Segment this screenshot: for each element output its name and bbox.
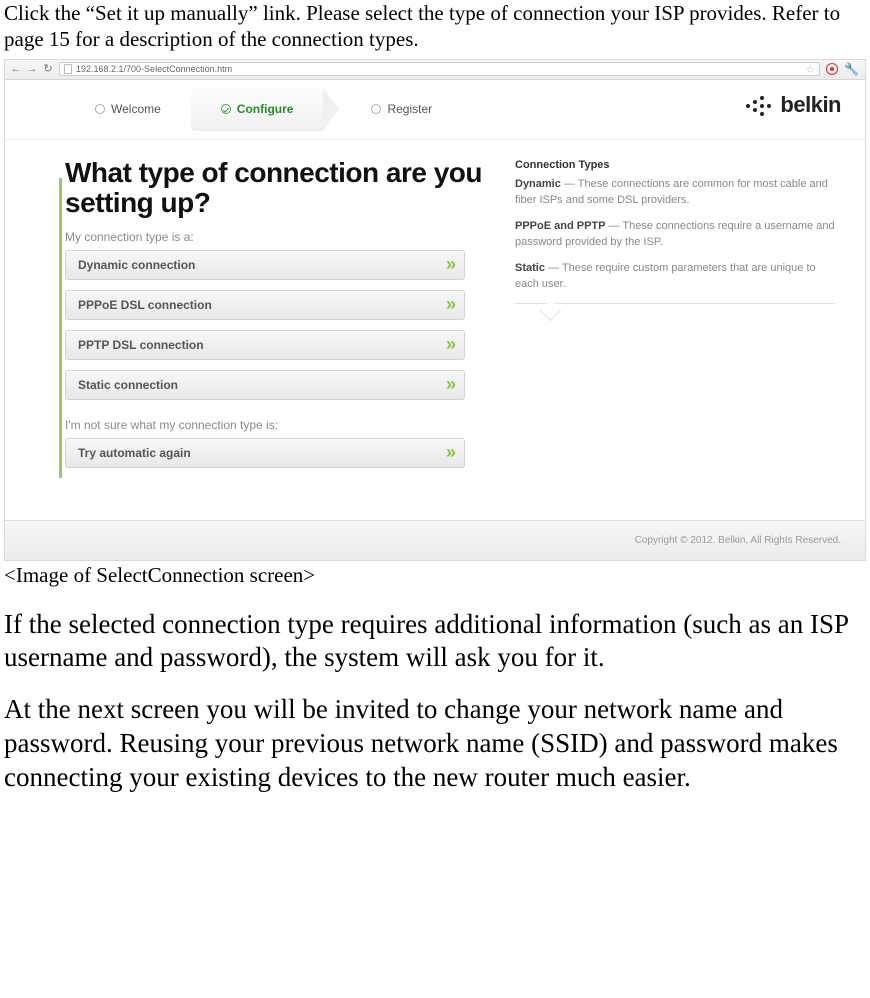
step-indicator-check-icon — [221, 104, 231, 114]
step-register[interactable]: Register — [341, 87, 462, 131]
option-label: Static connection — [78, 378, 178, 392]
option-label: PPPoE DSL connection — [78, 298, 212, 312]
left-accent-bar — [59, 178, 62, 478]
step-indicator-icon — [95, 104, 105, 114]
step-welcome[interactable]: Welcome — [65, 87, 191, 131]
help-dynamic: Dynamic — These connections are common f… — [515, 177, 835, 209]
page-footer: Copyright © 2012. Belkin, All Rights Res… — [5, 520, 865, 560]
option-label: Dynamic connection — [78, 258, 195, 272]
chevron-right-icon — [446, 442, 452, 463]
option-pptp[interactable]: PPTP DSL connection — [65, 330, 465, 360]
reload-icon[interactable]: ↻ — [43, 64, 53, 74]
image-caption: <Image of SelectConnection screen> — [0, 561, 870, 590]
brand-logo: belkin — [744, 92, 841, 118]
sidebar-title: Connection Types — [515, 158, 835, 174]
body-paragraph-1: If the selected connection type requires… — [0, 608, 870, 676]
step-label: Configure — [237, 102, 294, 116]
step-indicator-icon — [371, 104, 381, 114]
connection-label: My connection type is a: — [65, 230, 495, 244]
step-configure[interactable]: Configure — [191, 87, 324, 131]
brand-dots-icon — [744, 94, 772, 116]
step-label: Register — [387, 102, 432, 116]
page-content: What type of connection are you setting … — [5, 140, 865, 520]
option-try-automatic[interactable]: Try automatic again — [65, 438, 465, 468]
option-label: Try automatic again — [78, 446, 191, 460]
sidebar-divider — [515, 303, 835, 317]
url-text: 192.168.2.1/700-SelectConnection.htm — [76, 64, 232, 74]
unsure-label: I'm not sure what my connection type is: — [65, 418, 495, 432]
option-pppoe[interactable]: PPPoE DSL connection — [65, 290, 465, 320]
step-label: Welcome — [111, 102, 161, 116]
settings-wrench-icon[interactable]: 🔧 — [844, 62, 859, 76]
copyright-text: Copyright © 2012. Belkin, All Rights Res… — [635, 535, 841, 546]
address-bar[interactable]: 192.168.2.1/700-SelectConnection.htm ☆ — [59, 62, 820, 76]
body-paragraph-2: At the next screen you will be invited t… — [0, 693, 870, 794]
option-static[interactable]: Static connection — [65, 370, 465, 400]
chevron-right-icon — [446, 374, 452, 395]
option-dynamic[interactable]: Dynamic connection — [65, 250, 465, 280]
forward-icon[interactable]: → — [27, 64, 37, 74]
chevron-right-icon — [446, 334, 452, 355]
chevron-right-icon — [446, 254, 452, 275]
bookmark-star-icon[interactable]: ☆ — [805, 63, 815, 76]
wizard-step-header: Welcome Configure Register belkin — [5, 80, 865, 140]
back-icon[interactable]: ← — [11, 64, 21, 74]
option-label: PPTP DSL connection — [78, 338, 204, 352]
extension-icon[interactable] — [826, 63, 838, 75]
browser-toolbar: ← → ↻ 192.168.2.1/700-SelectConnection.h… — [5, 60, 865, 80]
screenshot-container: ← → ↻ 192.168.2.1/700-SelectConnection.h… — [4, 59, 866, 561]
sidebar-help: Connection Types Dynamic — These connect… — [515, 158, 835, 490]
main-column: What type of connection are you setting … — [65, 158, 495, 490]
intro-paragraph: Click the “Set it up manually” link. Ple… — [0, 0, 870, 57]
page-icon — [64, 64, 72, 74]
help-pppoe: PPPoE and PPTP — These connections requi… — [515, 219, 835, 251]
help-static: Static — These require custom parameters… — [515, 261, 835, 293]
chevron-right-icon — [446, 294, 452, 315]
page-heading: What type of connection are you setting … — [65, 158, 495, 218]
brand-text: belkin — [780, 92, 841, 118]
